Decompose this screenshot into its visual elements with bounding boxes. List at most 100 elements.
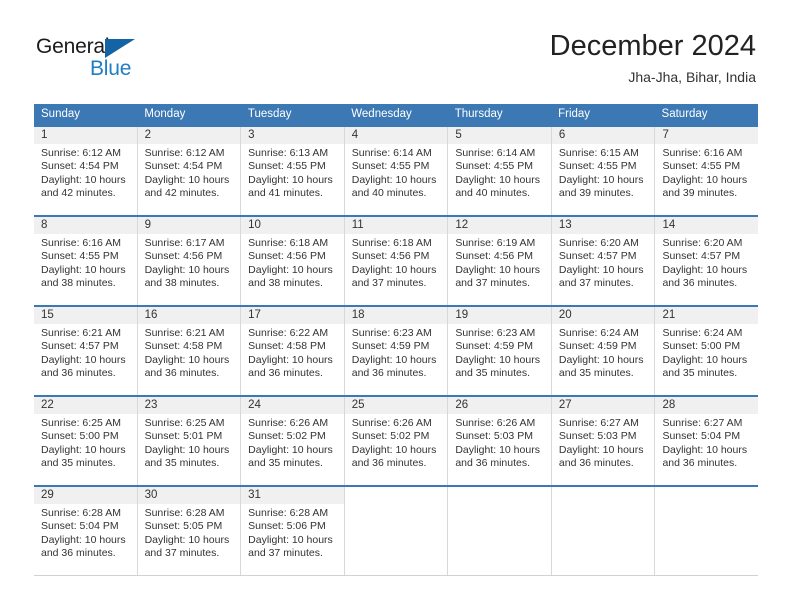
daylight-text-line1: Daylight: 10 hours [662, 263, 748, 276]
sunset-text: Sunset: 4:56 PM [248, 250, 326, 263]
daylight-text-line2: and 42 minutes. [41, 187, 116, 200]
day-cell[interactable]: 7 Sunrise: 6:16 AM Sunset: 4:55 PM Dayli… [655, 127, 759, 215]
day-number: 19 [448, 307, 551, 324]
sunrise-text: Sunrise: 6:23 AM [351, 327, 432, 339]
daylight-text-line1: Daylight: 10 hours [144, 263, 230, 276]
day-number [655, 487, 759, 504]
day-cell[interactable]: 4 Sunrise: 6:14 AM Sunset: 4:55 PM Dayli… [344, 127, 449, 215]
sunset-text: Sunset: 4:56 PM [144, 250, 223, 263]
day-cell[interactable]: 21 Sunrise: 6:24 AM Sunset: 5:00 PM Dayl… [655, 307, 759, 395]
generalblue-logo[interactable]: General Blue [36, 36, 166, 84]
day-details: Sunrise: 6:13 AM Sunset: 4:55 PM Dayligh… [241, 144, 344, 201]
day-cell[interactable]: 15 Sunrise: 6:21 AM Sunset: 4:57 PM Dayl… [34, 307, 138, 395]
day-details: Sunrise: 6:26 AM Sunset: 5:02 PM Dayligh… [241, 414, 344, 471]
sunrise-text: Sunrise: 6:19 AM [455, 237, 536, 249]
daylight-text-line1: Daylight: 10 hours [455, 173, 540, 186]
day-cell[interactable]: 19 Sunrise: 6:23 AM Sunset: 4:59 PM Dayl… [448, 307, 552, 395]
day-number: 23 [137, 397, 241, 414]
weekday-header-thursday: Thursday [454, 108, 503, 120]
day-cell[interactable]: 26 Sunrise: 6:26 AM Sunset: 5:03 PM Dayl… [448, 397, 552, 485]
sunset-text: Sunset: 5:03 PM [558, 430, 637, 443]
daylight-text-line1: Daylight: 10 hours [351, 173, 437, 186]
daylight-text-line1: Daylight: 10 hours [144, 173, 230, 186]
day-cell[interactable]: 31 Sunrise: 6:28 AM Sunset: 5:06 PM Dayl… [241, 487, 345, 575]
day-cell[interactable]: 27 Sunrise: 6:27 AM Sunset: 5:03 PM Dayl… [551, 397, 656, 485]
day-cell[interactable]: 22 Sunrise: 6:25 AM Sunset: 5:00 PM Dayl… [34, 397, 138, 485]
day-cell[interactable]: 6 Sunrise: 6:15 AM Sunset: 4:55 PM Dayli… [551, 127, 656, 215]
day-cell[interactable]: 10 Sunrise: 6:18 AM Sunset: 4:56 PM Dayl… [241, 217, 345, 305]
day-cell[interactable]: 9 Sunrise: 6:17 AM Sunset: 4:56 PM Dayli… [137, 217, 242, 305]
page-header: General Blue December 2024 Jha-Jha, Biha… [0, 0, 792, 100]
day-cell[interactable]: 25 Sunrise: 6:26 AM Sunset: 5:02 PM Dayl… [344, 397, 449, 485]
day-details: Sunrise: 6:18 AM Sunset: 4:56 PM Dayligh… [241, 234, 344, 291]
day-number [448, 487, 551, 504]
day-cell[interactable]: 14 Sunrise: 6:20 AM Sunset: 4:57 PM Dayl… [655, 217, 759, 305]
day-cell[interactable]: 20 Sunrise: 6:24 AM Sunset: 4:59 PM Dayl… [551, 307, 656, 395]
sunset-text: Sunset: 4:54 PM [41, 160, 119, 173]
daylight-text-line2: and 36 minutes. [41, 547, 116, 560]
day-cell[interactable]: 18 Sunrise: 6:23 AM Sunset: 4:59 PM Dayl… [344, 307, 449, 395]
daylight-text-line1: Daylight: 10 hours [144, 353, 230, 366]
daylight-text-line1: Daylight: 10 hours [144, 533, 230, 546]
day-number: 16 [137, 307, 241, 324]
day-cell[interactable]: 11 Sunrise: 6:18 AM Sunset: 4:56 PM Dayl… [344, 217, 449, 305]
day-cell[interactable]: 24 Sunrise: 6:26 AM Sunset: 5:02 PM Dayl… [241, 397, 345, 485]
day-cell[interactable]: 13 Sunrise: 6:20 AM Sunset: 4:57 PM Dayl… [551, 217, 656, 305]
sunrise-text: Sunrise: 6:18 AM [351, 237, 432, 249]
daylight-text-line1: Daylight: 10 hours [41, 443, 126, 456]
daylight-text-line1: Daylight: 10 hours [41, 353, 126, 366]
sunset-text: Sunset: 4:58 PM [248, 340, 326, 353]
day-number: 22 [34, 397, 137, 414]
day-details: Sunrise: 6:12 AM Sunset: 4:54 PM Dayligh… [138, 144, 241, 201]
weekday-header-monday: Monday [144, 108, 186, 120]
day-details: Sunrise: 6:21 AM Sunset: 4:58 PM Dayligh… [138, 324, 241, 381]
day-number: 9 [137, 217, 241, 234]
daylight-text-line2: and 38 minutes. [41, 277, 116, 290]
daylight-text-line1: Daylight: 10 hours [558, 173, 644, 186]
daylight-text-line2: and 37 minutes. [455, 277, 531, 290]
day-cell[interactable]: 1 Sunrise: 6:12 AM Sunset: 4:54 PM Dayli… [34, 127, 138, 215]
day-number: 1 [34, 127, 137, 144]
day-cell[interactable]: 23 Sunrise: 6:25 AM Sunset: 5:01 PM Dayl… [137, 397, 242, 485]
day-details: Sunrise: 6:18 AM Sunset: 4:56 PM Dayligh… [345, 234, 448, 291]
day-cell[interactable]: 8 Sunrise: 6:16 AM Sunset: 4:55 PM Dayli… [34, 217, 138, 305]
day-cell[interactable]: 17 Sunrise: 6:22 AM Sunset: 4:58 PM Dayl… [241, 307, 345, 395]
day-number: 2 [137, 127, 241, 144]
day-details: Sunrise: 6:25 AM Sunset: 5:00 PM Dayligh… [34, 414, 137, 471]
day-cell[interactable]: 12 Sunrise: 6:19 AM Sunset: 4:56 PM Dayl… [448, 217, 552, 305]
day-details: Sunrise: 6:27 AM Sunset: 5:04 PM Dayligh… [655, 414, 758, 471]
daylight-text-line1: Daylight: 10 hours [558, 263, 644, 276]
daylight-text-line2: and 35 minutes. [41, 457, 116, 470]
day-cell[interactable]: 3 Sunrise: 6:13 AM Sunset: 4:55 PM Dayli… [241, 127, 345, 215]
day-details: Sunrise: 6:28 AM Sunset: 5:06 PM Dayligh… [241, 504, 344, 561]
day-cell[interactable]: 5 Sunrise: 6:14 AM Sunset: 4:55 PM Dayli… [448, 127, 552, 215]
day-details: Sunrise: 6:16 AM Sunset: 4:55 PM Dayligh… [34, 234, 137, 291]
weekday-header-friday: Friday [558, 108, 591, 120]
day-cell[interactable]: 29 Sunrise: 6:28 AM Sunset: 5:04 PM Dayl… [34, 487, 138, 575]
sunset-text: Sunset: 4:54 PM [144, 160, 223, 173]
daylight-text-line2: and 36 minutes. [455, 457, 531, 470]
daylight-text-line1: Daylight: 10 hours [351, 443, 437, 456]
week-row: 22 Sunrise: 6:25 AM Sunset: 5:00 PM Dayl… [34, 395, 759, 485]
daylight-text-line2: and 35 minutes. [144, 457, 220, 470]
day-cell[interactable]: 16 Sunrise: 6:21 AM Sunset: 4:58 PM Dayl… [137, 307, 242, 395]
day-cell[interactable]: 28 Sunrise: 6:27 AM Sunset: 5:04 PM Dayl… [655, 397, 759, 485]
daylight-text-line1: Daylight: 10 hours [455, 443, 540, 456]
day-details: Sunrise: 6:24 AM Sunset: 5:00 PM Dayligh… [655, 324, 758, 381]
day-number: 3 [241, 127, 344, 144]
day-cell[interactable]: 30 Sunrise: 6:28 AM Sunset: 5:05 PM Dayl… [137, 487, 242, 575]
day-details: Sunrise: 6:26 AM Sunset: 5:02 PM Dayligh… [345, 414, 448, 471]
daylight-text-line1: Daylight: 10 hours [41, 263, 126, 276]
day-number: 31 [241, 487, 344, 504]
day-cell-empty [655, 487, 759, 575]
day-cell-empty [448, 487, 552, 575]
logo-text-blue: Blue [90, 57, 132, 80]
day-number: 28 [655, 397, 759, 414]
sunset-text: Sunset: 4:59 PM [558, 340, 637, 353]
sunset-text: Sunset: 5:02 PM [248, 430, 326, 443]
day-details: Sunrise: 6:20 AM Sunset: 4:57 PM Dayligh… [655, 234, 758, 291]
day-number: 17 [241, 307, 344, 324]
day-cell[interactable]: 2 Sunrise: 6:12 AM Sunset: 4:54 PM Dayli… [137, 127, 242, 215]
daylight-text-line2: and 38 minutes. [248, 277, 323, 290]
day-number: 18 [344, 307, 448, 324]
